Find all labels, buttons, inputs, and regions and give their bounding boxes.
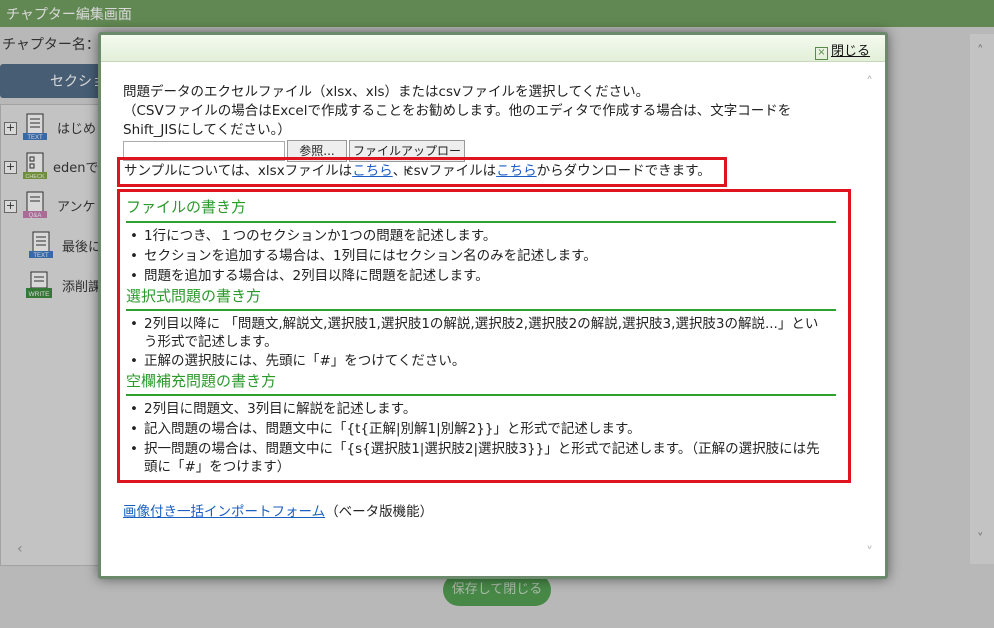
bulk-import-link[interactable]: 画像付き一括インポートフォーム [123,504,325,520]
intro-text: 問題データのエクセルファイル（xlsx、xls）またはcsvファイルを選択してく… [123,84,650,100]
section-title-file-format: ファイルの書き方 [126,198,247,216]
section-divider [126,394,836,396]
beta-note: （ベータ版機能） [325,504,434,520]
scroll-down-icon[interactable]: ˅ [866,545,873,561]
intro-note-cont: Shift_JISにしてください。） [123,122,291,138]
sample-text-c: からダウンロードできます。 [536,163,711,179]
close-label: 閉じる [831,44,871,59]
section-title-fill-blank: 空欄補充問題の書き方 [126,372,277,390]
csv-sample-link[interactable]: こちら [496,163,537,179]
section-divider [126,221,836,223]
intro-note: （CSVファイルの場合はExcelで作成することをお勧めします。他のエディタで作… [123,103,792,119]
format-guide-box: ファイルの書き方 • 1行につき、１つのセクションか1つの問題を記述します。 • セ… [117,189,851,483]
bulk-import-row: 画像付き一括インポートフォーム（ベータ版機能） [123,503,433,522]
close-icon: × [815,47,828,60]
close-button[interactable]: × 閉じる [815,40,870,60]
section-title-choice: 選択式問題の書き方 [126,287,262,305]
import-dialog: × 閉じる ˄ ˅ 問題データのエクセルファイル（xlsx、xls）またはcsvフ… [98,32,888,579]
sample-download-box: サンプルについては、xlsxファイルはこちら、csvファイルはこちらからダウンロ… [117,157,727,187]
sample-download-text: サンプルについては、xlsxファイルはこちら、csvファイルはこちらからダウンロ… [124,162,711,181]
xlsx-sample-link[interactable]: こちら [352,163,393,179]
scroll-up-icon[interactable]: ˄ [866,75,873,91]
dialog-scrollbar[interactable]: ˄ ˅ [863,75,881,565]
section-divider [126,309,836,311]
sample-text-b: 、csvファイルは [392,163,497,179]
dialog-titlebar: × 閉じる [101,35,885,62]
sample-text-a: サンプルについては、xlsxファイルは [124,163,353,179]
